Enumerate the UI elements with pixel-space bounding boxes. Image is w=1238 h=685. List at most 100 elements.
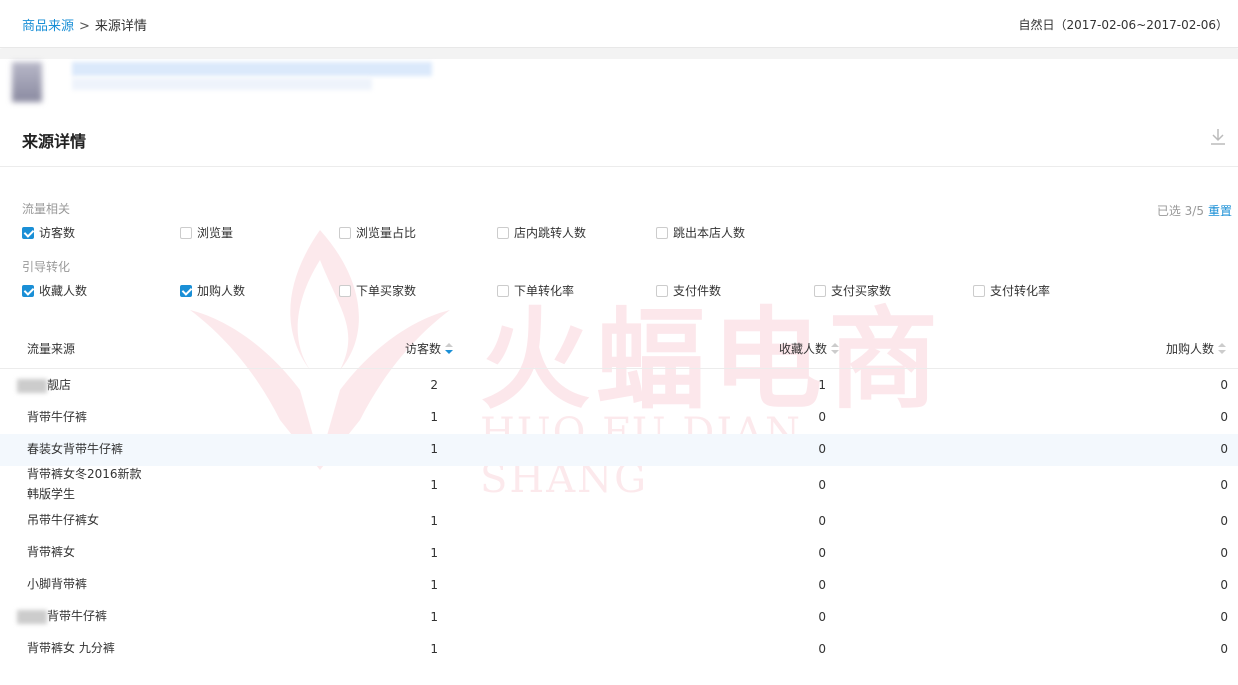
checkbox-icon bbox=[339, 284, 351, 297]
option-label: 支付买家数 bbox=[831, 284, 892, 298]
checkbox-icon bbox=[814, 284, 826, 297]
checkbox-icon bbox=[497, 284, 509, 297]
cell-visitors: 1 bbox=[430, 610, 438, 624]
col-header-label: 流量来源 bbox=[27, 342, 76, 356]
checkbox-icon bbox=[973, 284, 985, 297]
table-row[interactable]: 背带牛仔裤 1 0 0 bbox=[0, 402, 1238, 434]
top-bar: 商品来源 > 来源详情 自然日（2017-02-06~2017-02-06） bbox=[0, 0, 1238, 48]
cell-source: 背带裤女 bbox=[27, 545, 76, 559]
col-header-favorites[interactable]: 收藏人数 bbox=[779, 340, 839, 357]
cell-source: 靓店 bbox=[17, 375, 71, 395]
reset-link[interactable]: 重置 bbox=[1208, 204, 1232, 218]
breadcrumb-separator: > bbox=[79, 19, 90, 34]
option-paid-rate[interactable]: 支付转化率 bbox=[973, 282, 1050, 299]
option-add-to-cart[interactable]: 加购人数 bbox=[180, 282, 245, 299]
cell-visitors: 2 bbox=[430, 378, 438, 392]
option-order-rate[interactable]: 下单转化率 bbox=[497, 282, 574, 299]
sort-icon[interactable] bbox=[445, 342, 453, 355]
checkbox-icon bbox=[339, 226, 351, 239]
checkbox-icon bbox=[22, 226, 34, 239]
source-text: 背带牛仔裤 bbox=[47, 609, 108, 623]
table-row[interactable]: 小脚背带裤 1 0 0 bbox=[0, 570, 1238, 602]
date-range[interactable]: 自然日（2017-02-06~2017-02-06） bbox=[1018, 16, 1228, 33]
option-visitors[interactable]: 访客数 bbox=[22, 224, 75, 241]
redacted-title bbox=[72, 62, 432, 76]
cell-visitors: 1 bbox=[430, 410, 438, 424]
header-gap bbox=[0, 49, 1238, 59]
cell-visitors: 1 bbox=[430, 642, 438, 656]
redacted-avatar bbox=[12, 62, 42, 102]
checkbox-icon bbox=[656, 284, 668, 297]
sort-icon[interactable] bbox=[1218, 342, 1226, 355]
cell-favorites: 0 bbox=[818, 546, 826, 560]
col-header-source: 流量来源 bbox=[27, 340, 75, 357]
option-order-buyers[interactable]: 下单买家数 bbox=[339, 282, 416, 299]
checkbox-icon bbox=[180, 284, 192, 297]
source-text: 靓店 bbox=[47, 378, 72, 392]
checkbox-icon bbox=[497, 226, 509, 239]
breadcrumb-current: 来源详情 bbox=[94, 19, 147, 34]
section-title: 来源详情 bbox=[22, 132, 87, 151]
option-label: 支付转化率 bbox=[990, 284, 1051, 298]
cell-source: 背带牛仔裤 bbox=[17, 606, 107, 626]
cell-favorites: 1 bbox=[818, 378, 826, 392]
traffic-group-label: 流量相关 bbox=[22, 202, 71, 216]
breadcrumb: 商品来源 > 来源详情 bbox=[22, 15, 147, 34]
option-label: 浏览量占比 bbox=[356, 226, 417, 240]
col-header-visitors[interactable]: 访客数 bbox=[405, 340, 453, 357]
conversion-group-label: 引导转化 bbox=[22, 260, 71, 274]
table-row[interactable]: 靓店 2 1 0 bbox=[0, 370, 1238, 402]
cell-source: 吊带牛仔裤女 bbox=[27, 513, 100, 527]
option-pageviews[interactable]: 浏览量 bbox=[180, 224, 233, 241]
option-pageview-ratio[interactable]: 浏览量占比 bbox=[339, 224, 416, 241]
cell-carts: 0 bbox=[1220, 478, 1228, 492]
checkbox-icon bbox=[656, 226, 668, 239]
table-row[interactable]: 背带裤女 1 0 0 bbox=[0, 538, 1238, 570]
option-label: 店内跳转人数 bbox=[514, 226, 587, 240]
col-header-carts[interactable]: 加购人数 bbox=[1166, 340, 1226, 357]
cell-source: 背带裤女 九分裤 bbox=[27, 641, 115, 655]
breadcrumb-parent-link[interactable]: 商品来源 bbox=[22, 19, 74, 34]
table-row[interactable]: 背带裤女 九分裤 1 0 0 bbox=[0, 634, 1238, 666]
sort-icon[interactable] bbox=[831, 342, 839, 355]
option-paid-buyers[interactable]: 支付买家数 bbox=[814, 282, 891, 299]
option-inshop-jumps[interactable]: 店内跳转人数 bbox=[497, 224, 586, 241]
download-icon[interactable] bbox=[1210, 128, 1226, 146]
cell-carts: 0 bbox=[1220, 378, 1228, 392]
cell-visitors: 1 bbox=[430, 578, 438, 592]
table-row[interactable]: 春装女背带牛仔裤 1 0 0 bbox=[0, 434, 1238, 466]
option-label: 加购人数 bbox=[197, 284, 246, 298]
col-header-label: 加购人数 bbox=[1165, 342, 1214, 356]
option-paid-items[interactable]: 支付件数 bbox=[656, 282, 721, 299]
cell-visitors: 1 bbox=[430, 546, 438, 560]
cell-carts: 0 bbox=[1220, 642, 1228, 656]
option-label: 访客数 bbox=[39, 226, 76, 240]
cell-carts: 0 bbox=[1220, 410, 1228, 424]
cell-favorites: 0 bbox=[818, 442, 826, 456]
option-label: 支付件数 bbox=[673, 284, 722, 298]
option-bounce-users[interactable]: 跳出本店人数 bbox=[656, 224, 745, 241]
redacted-header-area bbox=[12, 60, 437, 104]
table-row[interactable]: 吊带牛仔裤女 1 0 0 bbox=[0, 506, 1238, 538]
cell-source: 背带牛仔裤 bbox=[27, 410, 88, 424]
redacted-text bbox=[17, 609, 47, 624]
table-row[interactable]: 背带裤女冬2016新款 韩版学生 1 0 0 bbox=[0, 466, 1238, 506]
option-label: 跳出本店人数 bbox=[673, 226, 746, 240]
cell-source: 小脚背带裤 bbox=[27, 577, 88, 591]
table-row[interactable]: 背带牛仔裤 1 0 0 bbox=[0, 602, 1238, 634]
cell-favorites: 0 bbox=[818, 642, 826, 656]
cell-favorites: 0 bbox=[818, 410, 826, 424]
option-favorites[interactable]: 收藏人数 bbox=[22, 282, 87, 299]
table-header-divider bbox=[0, 368, 1238, 369]
checkbox-icon bbox=[180, 226, 192, 239]
cell-carts: 0 bbox=[1220, 546, 1228, 560]
section-divider bbox=[0, 166, 1238, 167]
cell-carts: 0 bbox=[1220, 442, 1228, 456]
cell-carts: 0 bbox=[1220, 514, 1228, 528]
cell-visitors: 1 bbox=[430, 514, 438, 528]
redacted-text bbox=[17, 378, 47, 393]
cell-favorites: 0 bbox=[818, 514, 826, 528]
checkbox-icon bbox=[22, 284, 34, 297]
option-label: 浏览量 bbox=[197, 226, 234, 240]
redacted-subtitle bbox=[72, 78, 372, 90]
